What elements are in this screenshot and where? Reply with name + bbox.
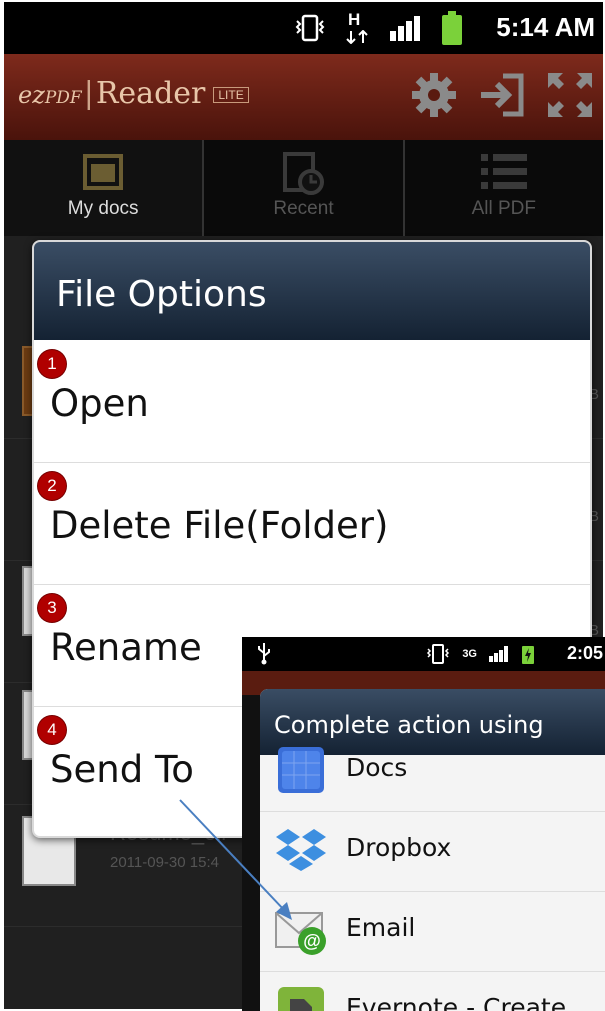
logo-name: Reader	[95, 76, 206, 111]
toolbar-icons	[409, 70, 595, 120]
settings-gear-icon[interactable]	[409, 70, 459, 120]
signal-icon	[390, 16, 420, 41]
folder-icon	[83, 154, 124, 190]
docs-icon	[278, 747, 324, 793]
usb-icon	[258, 643, 270, 665]
app-logo: ezPDF|Reader LITE	[18, 76, 249, 111]
dialog-title: File Options	[56, 274, 267, 315]
inset-status-bar: 3G 2:05	[242, 637, 605, 671]
network-type-icon: H	[345, 10, 371, 44]
app-label: Email	[346, 913, 416, 942]
app-item-docs[interactable]: Docs	[260, 731, 605, 812]
file-date: 2011-09-30 15:4	[110, 854, 219, 871]
option-delete[interactable]: 2 Delete File(Folder)	[34, 462, 590, 585]
option-label: Rename	[50, 626, 202, 669]
app-item-email[interactable]: @ Email	[260, 891, 605, 972]
inset-status-time: 2:05	[566, 643, 603, 663]
complete-action-dialog: Complete action using Docs Dropbox @ Ema…	[260, 689, 605, 1011]
option-label: Send To	[50, 748, 194, 791]
network-type-label: H	[348, 10, 361, 29]
svg-text:@: @	[303, 931, 321, 951]
status-icons: H	[293, 10, 463, 46]
app-item-evernote[interactable]: Evernote - Create	[260, 971, 605, 1011]
lite-badge: LITE	[213, 87, 249, 103]
inset-status-icons: 3G	[426, 644, 535, 664]
option-label: Open	[50, 382, 149, 425]
step-badge: 4	[38, 716, 66, 744]
dialog-header: File Options	[34, 242, 590, 340]
app-item-dropbox[interactable]: Dropbox	[260, 811, 605, 892]
battery-charging-icon	[522, 646, 534, 664]
step-badge: 1	[38, 350, 66, 378]
logo-pdf: PDF	[44, 88, 82, 108]
logo-separator: |	[83, 76, 94, 111]
email-icon: @	[275, 912, 326, 955]
tab-label-all-pdf: All PDF	[471, 198, 537, 219]
tab-recent[interactable]: Recent	[204, 140, 405, 236]
fullscreen-icon[interactable]	[545, 70, 595, 120]
tab-all-pdf[interactable]: All PDF	[405, 140, 603, 236]
app-title-bar: ezPDF|Reader LITE	[4, 54, 603, 140]
option-label: Delete File(Folder)	[50, 504, 389, 547]
signal-icon	[489, 646, 508, 662]
recent-document-icon	[283, 152, 325, 195]
step-badge: 3	[38, 594, 66, 622]
app-label: Docs	[346, 753, 408, 782]
data-arrows-icon	[346, 30, 368, 44]
evernote-icon	[278, 987, 324, 1011]
vibrate-icon	[295, 14, 325, 42]
logo-prefix: ez	[18, 81, 45, 109]
tab-my-docs[interactable]: My docs	[4, 140, 205, 236]
network-type-label: 3G	[462, 648, 477, 660]
vibrate-icon	[427, 644, 450, 664]
inset-screenshot: 3G 2:05 Complete action using Docs Dropb…	[242, 637, 605, 1011]
tab-bar: My docs Recent All PDF	[4, 140, 603, 236]
option-open[interactable]: 1 Open	[34, 340, 590, 463]
status-bar: H 5:14 AM	[4, 2, 603, 54]
tab-label-recent: Recent	[273, 198, 334, 219]
list-icon	[480, 154, 527, 189]
app-label: Dropbox	[346, 833, 452, 862]
dropbox-icon	[276, 829, 326, 871]
battery-icon	[442, 11, 462, 45]
step-badge: 2	[38, 472, 66, 500]
status-time: 5:14 AM	[496, 12, 595, 42]
sign-in-icon[interactable]	[477, 70, 527, 120]
tab-label-my-docs: My docs	[67, 198, 139, 219]
app-label: Evernote - Create	[346, 993, 567, 1011]
